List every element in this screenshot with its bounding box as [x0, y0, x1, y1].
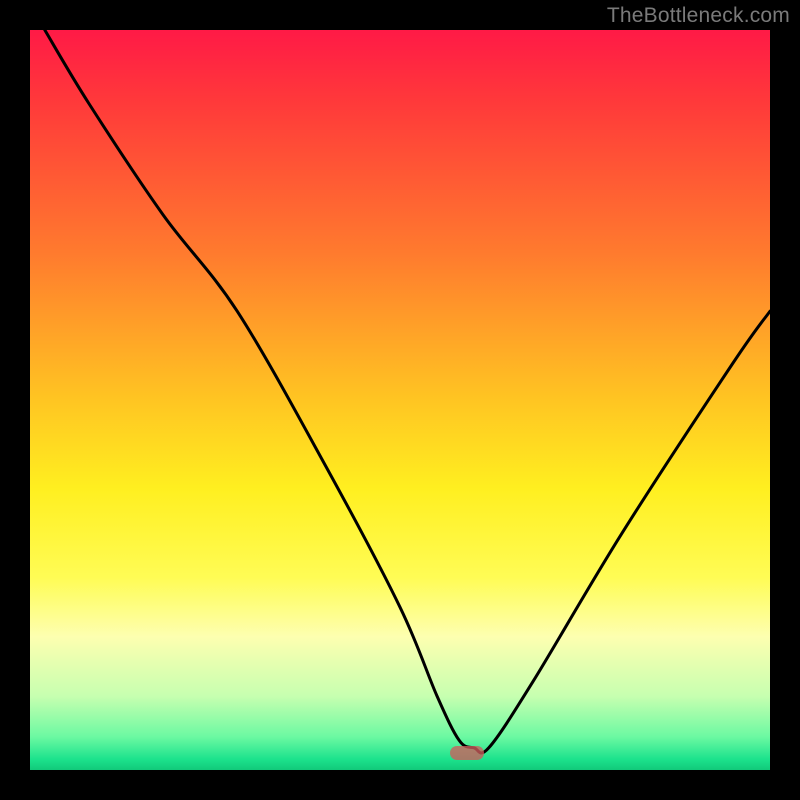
bottleneck-curve — [30, 30, 770, 770]
optimal-marker — [450, 746, 484, 760]
plot-area — [30, 30, 770, 770]
watermark-text: TheBottleneck.com — [607, 4, 790, 28]
chart-frame: TheBottleneck.com — [0, 0, 800, 800]
